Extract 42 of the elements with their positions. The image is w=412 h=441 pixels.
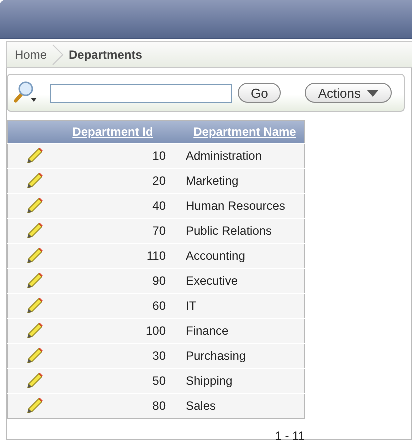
pencil-icon[interactable]: [26, 273, 44, 289]
table-cell: 70: [152, 224, 166, 238]
table-cell: 30: [152, 349, 166, 363]
table-cell: Human Resources: [186, 199, 286, 213]
table-cell: Accounting: [186, 249, 246, 263]
pencil-icon[interactable]: [26, 373, 44, 389]
table-cell: Public Relations: [186, 224, 272, 238]
table-cell: Finance: [186, 324, 229, 338]
table-cell: Executive: [186, 274, 238, 288]
pencil-icon[interactable]: [26, 173, 44, 189]
pagination-text: 1 - 11: [275, 429, 305, 441]
pencil-icon[interactable]: [26, 298, 44, 314]
table-cell: 110: [146, 249, 166, 263]
actions-button[interactable]: Actions: [305, 83, 392, 103]
table-cell: IT: [186, 299, 197, 313]
table-cell: Sales: [186, 399, 216, 413]
pencil-icon[interactable]: [26, 323, 44, 339]
pencil-icon[interactable]: [26, 148, 44, 164]
pencil-icon[interactable]: [26, 198, 44, 214]
caret-icon: [366, 90, 379, 96]
pencil-icon[interactable]: [26, 248, 44, 264]
table-cell: 50: [152, 374, 166, 388]
search-icon[interactable]: [12, 81, 38, 105]
go-button[interactable]: Go: [238, 83, 282, 103]
table-cell: 20: [152, 174, 166, 188]
table-cell: 100: [146, 324, 166, 338]
pencil-icon[interactable]: [26, 223, 44, 239]
table-cell: Administration: [186, 149, 262, 163]
table-cell: 80: [152, 399, 166, 413]
table-cell: 90: [152, 274, 166, 288]
table-cell: 10: [152, 149, 166, 163]
table-cell: 60: [152, 299, 166, 313]
breadcrumb-link[interactable]: Departments: [69, 48, 142, 62]
chevron-icon: [51, 44, 66, 66]
pencil-icon[interactable]: [26, 348, 44, 364]
table-cell: Marketing: [186, 174, 239, 188]
table-cell: Purchasing: [186, 349, 246, 363]
breadcrumb-link[interactable]: Home: [15, 48, 48, 62]
table-cell: Shipping: [186, 374, 233, 388]
table-cell: 40: [152, 199, 166, 213]
search-field[interactable]: [50, 84, 232, 102]
pencil-icon[interactable]: [26, 398, 44, 414]
